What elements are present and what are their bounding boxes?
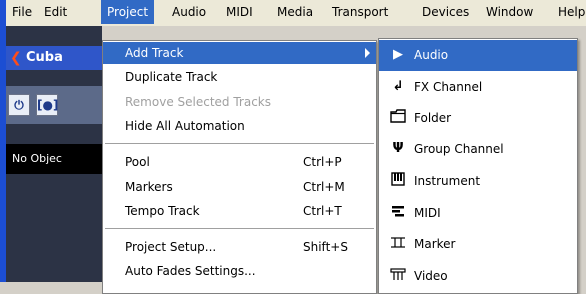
submenu-item-label: Audio — [414, 48, 449, 62]
menu-bar: File Edit Project Audio MIDI Media Trans… — [6, 0, 586, 26]
folder-icon — [389, 109, 407, 127]
menu-item-label: Auto Fades Settings... — [125, 264, 256, 278]
submenu-item-label: Video — [414, 269, 448, 283]
submenu-item-midi[interactable]: MIDI — [379, 198, 577, 229]
submenu-item-label: Group Channel — [414, 142, 504, 156]
menu-window[interactable]: Window — [480, 0, 539, 24]
menu-project[interactable]: Project — [101, 0, 155, 24]
fx-channel-icon: ↲ — [392, 79, 404, 94]
menu-item-shortcut: Shift+S — [303, 240, 348, 254]
app-title-bar: ❮ Cuba — [6, 46, 102, 70]
menu-item-label: Pool — [125, 155, 150, 169]
submenu-item-folder[interactable]: Folder — [379, 103, 577, 134]
menu-item-markers[interactable]: Markers Ctrl+M — [103, 176, 376, 198]
menu-item-label: Hide All Automation — [125, 119, 245, 133]
group-channel-icon: Ψ — [392, 141, 404, 156]
menu-item-label: Tempo Track — [125, 204, 200, 218]
menu-item-shortcut: Ctrl+M — [303, 180, 345, 194]
menu-item-label: Duplicate Track — [125, 70, 218, 84]
power-icon[interactable]: ⏻ — [8, 94, 30, 116]
submenu-arrow-icon — [365, 48, 370, 58]
submenu-item-video[interactable]: Video — [379, 261, 577, 292]
submenu-item-group-channel[interactable]: Ψ Group Channel — [379, 134, 577, 165]
play-arrow-icon: ▶ — [393, 47, 403, 62]
menu-item-label: Add Track — [125, 46, 184, 60]
menu-item-shortcut: Ctrl+P — [303, 155, 342, 169]
menu-item-label: Markers — [125, 180, 173, 194]
submenu-item-label: MIDI — [414, 206, 441, 220]
app-logo-icon: ❮ — [10, 50, 22, 66]
submenu-item-marker[interactable]: Marker — [379, 229, 577, 260]
menu-transport[interactable]: Transport — [326, 0, 394, 24]
midi-icon — [389, 204, 407, 222]
menu-item-shortcut: Ctrl+T — [303, 204, 342, 218]
menu-item-auto-fades-settings[interactable]: Auto Fades Settings... — [103, 260, 376, 282]
instrument-icon — [389, 172, 407, 190]
marker-icon — [389, 235, 407, 253]
menu-file[interactable]: File — [6, 0, 38, 24]
transport-toolbar: ⏻ [●] — [6, 86, 102, 124]
submenu-item-label: Folder — [414, 111, 452, 125]
constrain-icon[interactable]: [●] — [36, 94, 58, 116]
menu-media[interactable]: Media — [271, 0, 319, 24]
menu-separator — [105, 228, 374, 229]
menu-separator — [105, 143, 374, 144]
menu-devices[interactable]: Devices — [416, 0, 475, 24]
submenu-item-fx-channel[interactable]: ↲ FX Channel — [379, 72, 577, 103]
submenu-item-label: Instrument — [414, 174, 481, 188]
menu-item-hide-all-automation[interactable]: Hide All Automation — [103, 115, 376, 137]
submenu-item-label: Marker — [414, 237, 456, 251]
submenu-item-audio[interactable]: ▶ Audio — [379, 40, 577, 71]
submenu-item-instrument[interactable]: Instrument — [379, 166, 577, 197]
video-icon — [389, 267, 407, 285]
menu-midi[interactable]: MIDI — [220, 0, 259, 24]
menu-item-duplicate-track[interactable]: Duplicate Track — [103, 66, 376, 88]
submenu-item-label: FX Channel — [414, 80, 483, 94]
menu-help[interactable]: Help — [552, 0, 586, 24]
menu-item-label: Remove Selected Tracks — [125, 95, 271, 109]
menu-item-tempo-track[interactable]: Tempo Track Ctrl+T — [103, 200, 376, 222]
menu-item-add-track[interactable]: Add Track — [103, 42, 376, 64]
add-track-submenu: ▶ Audio ↲ FX Channel Folder Ψ Group Chan… — [378, 38, 578, 294]
menu-item-project-setup[interactable]: Project Setup... Shift+S — [103, 236, 376, 258]
project-menu: Add Track Duplicate Track Remove Selecte… — [102, 40, 377, 294]
menu-edit[interactable]: Edit — [38, 0, 73, 24]
menu-audio[interactable]: Audio — [166, 0, 212, 24]
info-line: No Objec — [6, 144, 102, 174]
app-title: Cuba — [26, 50, 63, 65]
menu-item-remove-selected-tracks: Remove Selected Tracks — [103, 91, 376, 113]
menu-item-label: Project Setup... — [125, 240, 217, 254]
menu-item-pool[interactable]: Pool Ctrl+P — [103, 151, 376, 173]
